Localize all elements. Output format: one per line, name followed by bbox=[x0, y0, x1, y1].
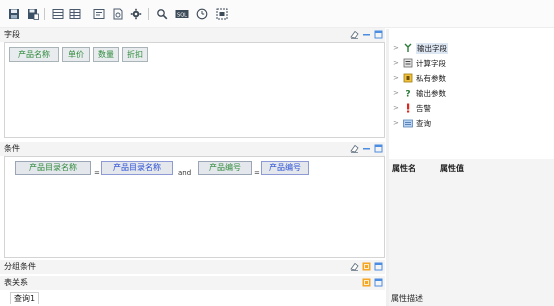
chevron-right-icon[interactable]: > bbox=[393, 89, 401, 97]
tree-item-query[interactable]: > 查询 bbox=[393, 117, 431, 129]
conditions-section-tools bbox=[350, 144, 383, 154]
chevron-right-icon[interactable]: > bbox=[393, 119, 401, 127]
id-icon[interactable] bbox=[215, 7, 229, 21]
document-refresh-icon[interactable] bbox=[111, 7, 125, 21]
group-section-tools bbox=[350, 262, 383, 272]
maximize-icon[interactable] bbox=[374, 144, 383, 153]
private-param-icon bbox=[403, 73, 413, 83]
condition-operator: = bbox=[94, 169, 100, 177]
toolbar-separator bbox=[44, 8, 45, 20]
relation-section-header: 表关系 bbox=[0, 276, 385, 290]
toolbar: SQL bbox=[0, 0, 554, 28]
table-layout-icon[interactable] bbox=[51, 7, 65, 21]
properties-panel: 属性名 属性值 属性描述 bbox=[389, 159, 554, 306]
tree-item-label: 输出字段 bbox=[416, 42, 448, 54]
conditions-section-header: 条件 bbox=[0, 142, 385, 156]
search-icon[interactable] bbox=[155, 7, 169, 21]
chevron-right-icon[interactable]: > bbox=[393, 74, 401, 82]
property-value-header: 属性值 bbox=[440, 164, 464, 173]
tree-item-alerts[interactable]: > 告警 bbox=[393, 102, 431, 114]
object-tree: > 输出字段 > 计算字段 > 私有参数 > ? 输出参数 > 告警 > 查询 bbox=[389, 29, 554, 159]
maximize-icon[interactable] bbox=[374, 30, 383, 39]
group-section-title: 分组条件 bbox=[4, 262, 36, 271]
tree-item-label: 查询 bbox=[416, 118, 431, 128]
query-icon bbox=[403, 118, 413, 128]
svg-text:?: ? bbox=[405, 90, 410, 99]
relation-section-tools bbox=[362, 278, 383, 288]
svg-text:SQL: SQL bbox=[177, 12, 187, 18]
eraser-icon[interactable] bbox=[350, 30, 359, 39]
output-field-icon bbox=[403, 43, 413, 53]
tree-item-label: 计算字段 bbox=[416, 58, 446, 68]
restore-icon[interactable] bbox=[362, 278, 371, 287]
save-as-icon[interactable] bbox=[26, 7, 40, 21]
report-icon[interactable] bbox=[92, 7, 106, 21]
tree-item-calculated-fields[interactable]: > 计算字段 bbox=[393, 57, 446, 69]
condition-left-field[interactable]: 产品目录名称 bbox=[15, 161, 91, 175]
tree-item-label: 告警 bbox=[416, 103, 431, 113]
tree-item-output-params[interactable]: > ? 输出参数 bbox=[393, 87, 446, 100]
query-tab[interactable]: 查询1 bbox=[10, 292, 40, 304]
fields-section-tools bbox=[350, 30, 383, 40]
group-section-header: 分组条件 bbox=[0, 260, 385, 274]
minimize-icon[interactable] bbox=[362, 30, 371, 39]
conditions-area[interactable]: 产品目录名称 = 产品目录名称 and 产品编号 = 产品编号 bbox=[4, 156, 385, 258]
eraser-icon[interactable] bbox=[350, 262, 359, 271]
output-param-icon: ? bbox=[403, 88, 413, 100]
gear-icon[interactable] bbox=[129, 7, 143, 21]
tree-item-label: 私有参数 bbox=[416, 73, 446, 83]
relation-section-title: 表关系 bbox=[4, 278, 28, 287]
tree-item-label: 输出参数 bbox=[416, 88, 446, 98]
clock-icon[interactable] bbox=[195, 7, 209, 21]
field-chip[interactable]: 产品名称 bbox=[9, 47, 59, 62]
property-description-label: 属性描述 bbox=[391, 294, 423, 303]
property-name-header: 属性名 bbox=[392, 164, 416, 173]
calculated-field-icon bbox=[403, 58, 413, 68]
condition-left-field[interactable]: 产品编号 bbox=[198, 161, 252, 175]
eraser-icon[interactable] bbox=[350, 144, 359, 153]
field-chip[interactable]: 单价 bbox=[62, 47, 90, 62]
fields-section-title: 字段 bbox=[4, 30, 20, 39]
condition-right-field[interactable]: 产品目录名称 bbox=[101, 161, 173, 175]
chevron-right-icon[interactable]: > bbox=[393, 104, 401, 112]
chevron-right-icon[interactable]: > bbox=[393, 59, 401, 67]
toolbar-separator bbox=[148, 8, 149, 20]
alert-icon bbox=[403, 103, 413, 113]
sql-icon[interactable]: SQL bbox=[175, 7, 189, 21]
chevron-right-icon[interactable]: > bbox=[393, 44, 401, 52]
condition-joiner: and bbox=[178, 169, 192, 177]
minimize-icon[interactable] bbox=[362, 144, 371, 153]
field-chip[interactable]: 数量 bbox=[93, 47, 119, 62]
fields-drop-area[interactable]: 产品名称 单价 数量 折扣 bbox=[4, 42, 385, 138]
field-chip[interactable]: 折扣 bbox=[122, 47, 148, 62]
save-icon[interactable] bbox=[7, 7, 21, 21]
maximize-icon[interactable] bbox=[374, 262, 383, 271]
tree-item-private-params[interactable]: > 私有参数 bbox=[393, 72, 446, 84]
tree-item-output-fields[interactable]: > 输出字段 bbox=[393, 42, 448, 54]
condition-right-field[interactable]: 产品编号 bbox=[261, 161, 309, 175]
condition-operator: = bbox=[254, 169, 260, 177]
maximize-icon[interactable] bbox=[374, 278, 383, 287]
grid-layout-icon[interactable] bbox=[68, 7, 82, 21]
restore-icon[interactable] bbox=[362, 262, 371, 271]
conditions-section-title: 条件 bbox=[4, 144, 20, 153]
fields-section-header: 字段 bbox=[0, 28, 385, 42]
